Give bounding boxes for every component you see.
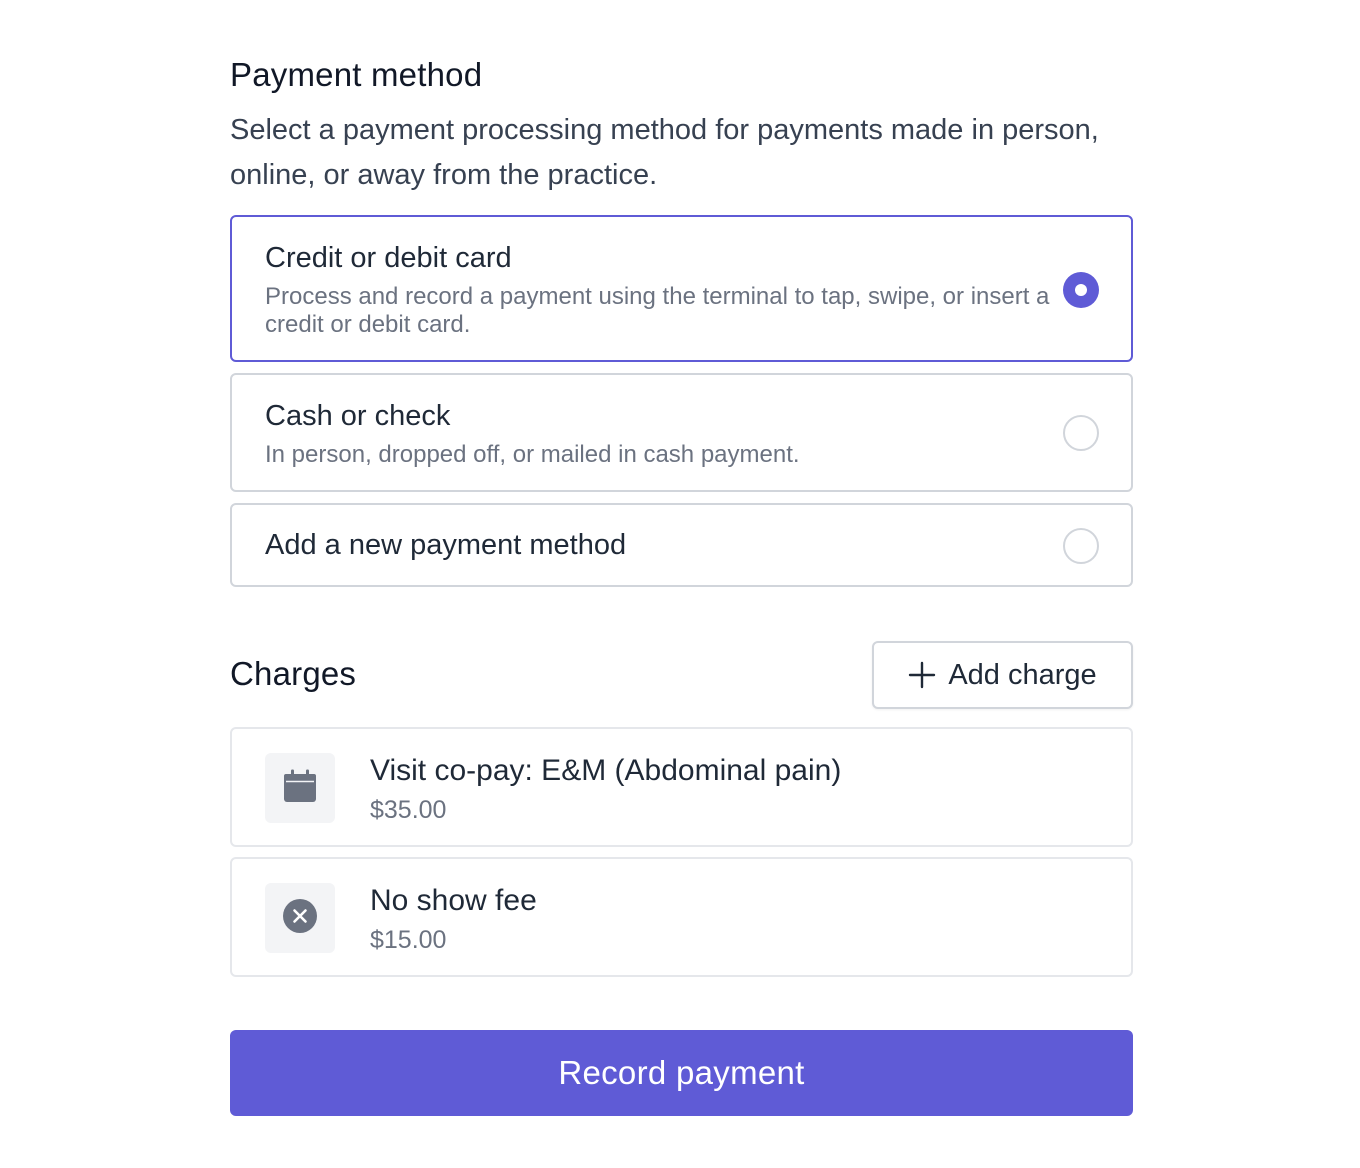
payment-option-description: Process and record a payment using the t… [265,283,1050,338]
radio-button[interactable] [1063,528,1099,564]
payment-method-title: Payment method [230,56,483,93]
charges-title: Charges [230,655,357,692]
radio-button-selected[interactable] [1063,272,1099,308]
payment-option-card[interactable]: Credit or debit card Process and record … [230,215,1133,362]
radio-button[interactable] [1063,415,1099,451]
payment-option-label: Add a new payment method [265,529,627,561]
payment-option-label: Credit or debit card [265,242,512,274]
charge-icon-tile [265,753,335,823]
charge-name: No show fee [370,884,537,917]
add-charge-button[interactable]: Add charge [872,641,1133,709]
payment-option-add-new[interactable]: Add a new payment method [230,503,1133,587]
add-charge-label: Add charge [948,658,1097,691]
charge-amount: $35.00 [370,796,447,824]
payment-method-description: Select a payment processing method for p… [230,114,1099,191]
payment-option-label: Cash or check [265,400,451,432]
charge-item: Visit co-pay: E&M (Abdominal pain) $35.0… [230,727,1133,847]
x-circle-icon [282,898,318,939]
record-payment-button[interactable]: Record payment [230,1030,1133,1116]
plus-icon [908,661,936,689]
charge-item: No show fee $15.00 [230,857,1133,977]
charge-amount: $15.00 [370,926,447,954]
payment-option-cash[interactable]: Cash or check In person, dropped off, or… [230,373,1133,492]
charge-name: Visit co-pay: E&M (Abdominal pain) [370,754,842,787]
payment-option-description: In person, dropped off, or mailed in cas… [265,441,800,468]
calendar-icon [283,769,317,808]
charge-icon-tile [265,883,335,953]
